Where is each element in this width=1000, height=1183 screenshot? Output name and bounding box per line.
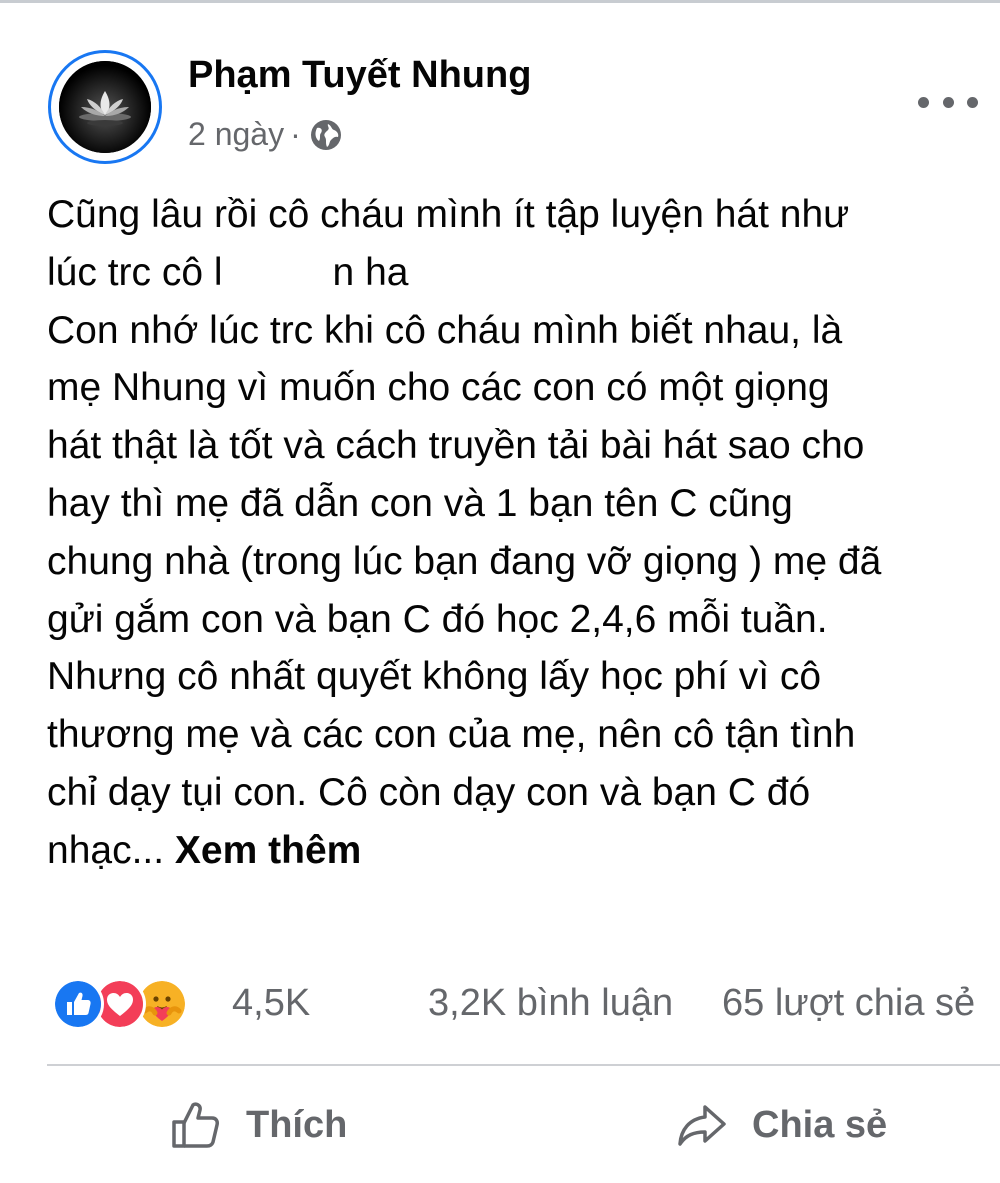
avatar[interactable] <box>48 50 162 164</box>
like-button[interactable]: Thích <box>168 1090 347 1160</box>
post-text-line: nhạc... Xem thêm <box>47 822 997 880</box>
more-options-button[interactable] <box>918 82 978 122</box>
post-text-line: hay thì mẹ đã dẫn con và 1 bạn tên C cũn… <box>47 481 793 525</box>
more-dot <box>967 96 978 108</box>
post-time[interactable]: 2 ngày <box>188 116 284 153</box>
post-text-line: Con nhớ lúc trc khi cô cháu mình biết nh… <box>47 308 843 352</box>
share-label: Chia sẻ <box>752 1103 888 1146</box>
share-button[interactable]: Chia sẻ <box>674 1090 887 1160</box>
reaction-count[interactable]: 4,5K <box>232 982 310 1025</box>
thumbs-up-icon <box>172 1102 219 1148</box>
globe-icon[interactable] <box>309 118 343 152</box>
shares-count[interactable]: 65 lượt chia sẻ <box>722 982 975 1025</box>
post-meta: 2 ngày · <box>188 116 343 153</box>
post-text-fragment: lúc trc cô l <box>47 250 223 294</box>
post-text-line: chỉ dạy tụi con. Cô còn dạy con và bạn C… <box>47 770 811 814</box>
post-text-line: lúc trc cô l n ha <box>47 244 997 302</box>
post-text-line: hát thật là tốt và cách truyền tải bài h… <box>47 424 865 468</box>
post-text-line: gửi gắm con và bạn C đó học 2,4,6 mỗi tu… <box>47 597 828 641</box>
divider <box>47 1064 1000 1066</box>
post-text-line: thương mẹ và các con của mẹ, nên cô tận … <box>47 713 856 757</box>
top-border <box>0 0 1000 3</box>
see-more-link[interactable]: Xem thêm <box>175 829 361 872</box>
avatar-image <box>59 61 151 153</box>
more-dot <box>942 96 954 108</box>
like-reaction-icon <box>52 978 104 1030</box>
post-text-line: Nhưng cô nhất quyết không lấy học phí vì… <box>47 655 822 699</box>
like-label: Thích <box>246 1103 348 1146</box>
post-text-line: Cũng lâu rồi cô cháu mình ít tập luyện h… <box>47 193 850 236</box>
share-arrow-icon <box>678 1105 726 1146</box>
author-name[interactable]: Phạm Tuyết Nhung <box>188 54 531 97</box>
meta-separator: · <box>290 116 301 152</box>
post-text-line: mẹ Nhung vì muốn cho các con có một giọn… <box>47 366 830 410</box>
more-options-icon <box>918 96 929 108</box>
post-text-line: chung nhà (trong lúc bạn đang vỡ giọng )… <box>47 539 882 583</box>
comments-count[interactable]: 3,2K bình luận <box>428 982 673 1025</box>
lotus-icon <box>59 61 151 153</box>
post-text-fragment: nhạc... <box>47 828 165 872</box>
post-text-fragment: n ha <box>332 250 409 294</box>
post-text: Cũng lâu rồi cô cháu mình ít tập luyện h… <box>47 186 997 880</box>
reaction-icons[interactable] <box>52 976 188 1032</box>
